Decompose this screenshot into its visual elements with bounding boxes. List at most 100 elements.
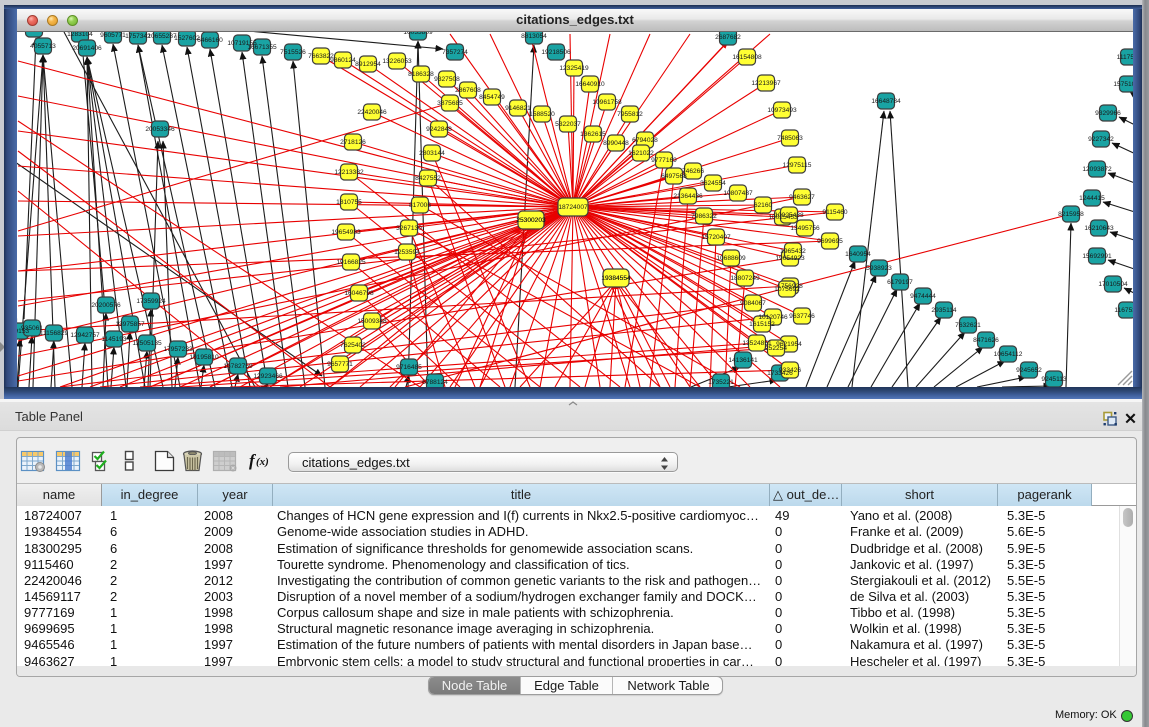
svg-text:6466160: 6466160 — [197, 37, 223, 44]
svg-text:7955812: 7955812 — [617, 111, 643, 118]
svg-text:20053346: 20053346 — [145, 126, 175, 133]
svg-text:9327508: 9327508 — [434, 76, 460, 83]
svg-text:20200576: 20200576 — [91, 302, 121, 309]
svg-text:8427552: 8427552 — [415, 175, 441, 182]
svg-text:746266: 746266 — [682, 168, 704, 175]
svg-text:1283104: 1283104 — [67, 32, 93, 38]
svg-text:7357274: 7357274 — [442, 49, 468, 56]
svg-text:7515526: 7515526 — [280, 49, 306, 56]
svg-text:15720407: 15720407 — [701, 234, 731, 241]
svg-text:9605771: 9605771 — [100, 32, 126, 39]
svg-text:3624554: 3624554 — [700, 180, 726, 187]
svg-text:14136141: 14136141 — [728, 357, 758, 364]
svg-text:12213382: 12213382 — [334, 169, 364, 176]
svg-text:3875685: 3875685 — [437, 100, 463, 107]
svg-text:9777169: 9777169 — [651, 157, 677, 164]
svg-text:19218506: 19218506 — [541, 49, 571, 56]
svg-text:1735221: 1735221 — [708, 379, 734, 386]
svg-text:1253594: 1253594 — [394, 249, 420, 256]
svg-text:1362615: 1362615 — [580, 131, 606, 138]
svg-text:1965432: 1965432 — [780, 248, 806, 255]
svg-text:1990557: 1990557 — [21, 32, 47, 33]
svg-text:817006: 817006 — [409, 202, 431, 209]
svg-text:9657771: 9657771 — [327, 361, 353, 368]
svg-text:9146821: 9146821 — [505, 105, 531, 112]
svg-text:12942757: 12942757 — [70, 332, 100, 339]
svg-text:4055713: 4055713 — [30, 43, 56, 50]
svg-text:16648784: 16648784 — [871, 98, 901, 105]
svg-text:5938923: 5938923 — [866, 265, 892, 272]
svg-text:9637746: 9637746 — [789, 313, 815, 320]
svg-text:1588520: 1588520 — [529, 111, 555, 118]
svg-text:22420046: 22420046 — [357, 109, 387, 116]
svg-text:10120746: 10120746 — [758, 314, 788, 321]
svg-text:10654112: 10654112 — [994, 351, 1023, 358]
svg-text:16671355: 16671355 — [247, 44, 277, 51]
svg-text:1167534: 1167534 — [1114, 307, 1133, 314]
svg-text:17010504: 17010504 — [1098, 281, 1128, 288]
svg-text:1075692: 1075692 — [774, 286, 800, 293]
svg-text:7986322: 7986322 — [691, 213, 717, 220]
svg-text:62160: 62160 — [754, 202, 773, 209]
svg-text:8471626: 8471626 — [973, 337, 999, 344]
svg-text:6794028: 6794028 — [632, 137, 658, 144]
svg-text:10025438: 10025438 — [774, 212, 804, 219]
svg-text:19654983: 19654983 — [331, 229, 361, 236]
svg-text:19654923: 19654923 — [775, 255, 805, 262]
svg-text:16782759: 16782759 — [223, 363, 253, 370]
svg-text:2935114: 2935114 — [931, 307, 957, 314]
svg-text:19384554: 19384554 — [601, 275, 631, 282]
svg-text:7625402: 7625402 — [340, 342, 366, 349]
svg-text:16033809: 16033809 — [403, 32, 433, 36]
svg-text:16154808: 16154808 — [732, 54, 762, 61]
svg-text:9699695: 9699695 — [817, 238, 843, 245]
svg-text:16046798: 16046798 — [344, 290, 374, 297]
svg-text:(x): (x) — [256, 456, 269, 468]
svg-text:8813054: 8813054 — [521, 33, 547, 40]
svg-text:7485063: 7485063 — [777, 135, 803, 142]
svg-text:9716485: 9716485 — [396, 364, 422, 371]
svg-text:9245652: 9245652 — [1016, 367, 1042, 374]
svg-text:1640954: 1640954 — [845, 251, 871, 258]
svg-text:933426: 933426 — [779, 367, 801, 374]
svg-text:20691406: 20691406 — [72, 45, 102, 52]
svg-text:10688609: 10688609 — [716, 255, 746, 262]
svg-text:1615152: 1615152 — [749, 321, 775, 328]
svg-text:18807249: 18807249 — [730, 275, 760, 282]
svg-text:1621022: 1621022 — [628, 150, 654, 157]
svg-text:17359924: 17359924 — [136, 298, 166, 305]
svg-text:5322037: 5322037 — [555, 121, 581, 128]
svg-text:18724007: 18724007 — [558, 204, 588, 211]
svg-text:10195810: 10195810 — [189, 354, 219, 361]
svg-text:9474444: 9474444 — [910, 293, 936, 300]
svg-text:6179197: 6179197 — [887, 279, 913, 286]
svg-text:9084067: 9084067 — [740, 300, 766, 307]
svg-text:12213967: 12213967 — [751, 80, 781, 87]
svg-text:25300203: 25300203 — [516, 217, 546, 224]
svg-text:10961758: 10961758 — [592, 99, 622, 106]
svg-text:2687682: 2687682 — [715, 34, 741, 41]
svg-text:12325419: 12325419 — [559, 65, 589, 72]
svg-text:8215958: 8215958 — [1058, 211, 1084, 218]
svg-text:9463627: 9463627 — [789, 194, 815, 201]
svg-text:9242848: 9242848 — [426, 126, 452, 133]
svg-text:13226053: 13226053 — [382, 58, 412, 65]
svg-text:12505135: 12505135 — [132, 340, 162, 347]
svg-text:15692991: 15692991 — [1082, 253, 1112, 260]
svg-text:12975115: 12975115 — [783, 162, 812, 169]
svg-text:10655287: 10655287 — [147, 33, 177, 40]
svg-text:9329966: 9329966 — [1095, 110, 1121, 117]
svg-text:3267130: 3267130 — [396, 225, 422, 232]
svg-text:11156829: 11156829 — [40, 330, 69, 337]
svg-text:12093872: 12093872 — [1082, 166, 1112, 173]
svg-text:8912954: 8912954 — [355, 61, 381, 68]
svg-text:13975857: 13975857 — [115, 321, 145, 328]
svg-text:16210643: 16210643 — [1084, 225, 1114, 232]
svg-text:15009348: 15009348 — [357, 318, 387, 325]
svg-text:1244415: 1244415 — [1079, 195, 1105, 202]
svg-text:8990448: 8990448 — [603, 140, 629, 147]
svg-text:16640910: 16640910 — [575, 81, 605, 88]
svg-text:13495756: 13495756 — [790, 225, 820, 232]
svg-text:252254: 252254 — [765, 345, 787, 352]
svg-text:9860124: 9860124 — [330, 57, 356, 64]
